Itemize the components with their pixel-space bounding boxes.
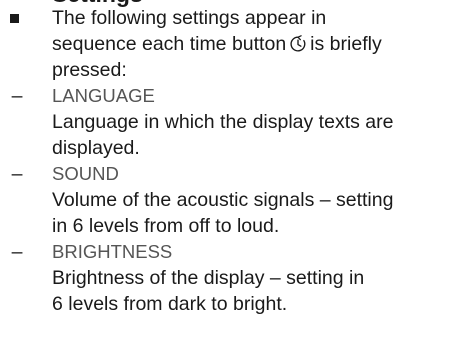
bullet-square-icon	[10, 14, 19, 23]
dash-marker: –	[11, 163, 23, 185]
dash-marker: –	[11, 85, 23, 107]
dash-marker: –	[11, 241, 23, 263]
settings-document: Settings The following settings appear i…	[0, 0, 468, 345]
timer-clock-icon	[290, 35, 306, 52]
